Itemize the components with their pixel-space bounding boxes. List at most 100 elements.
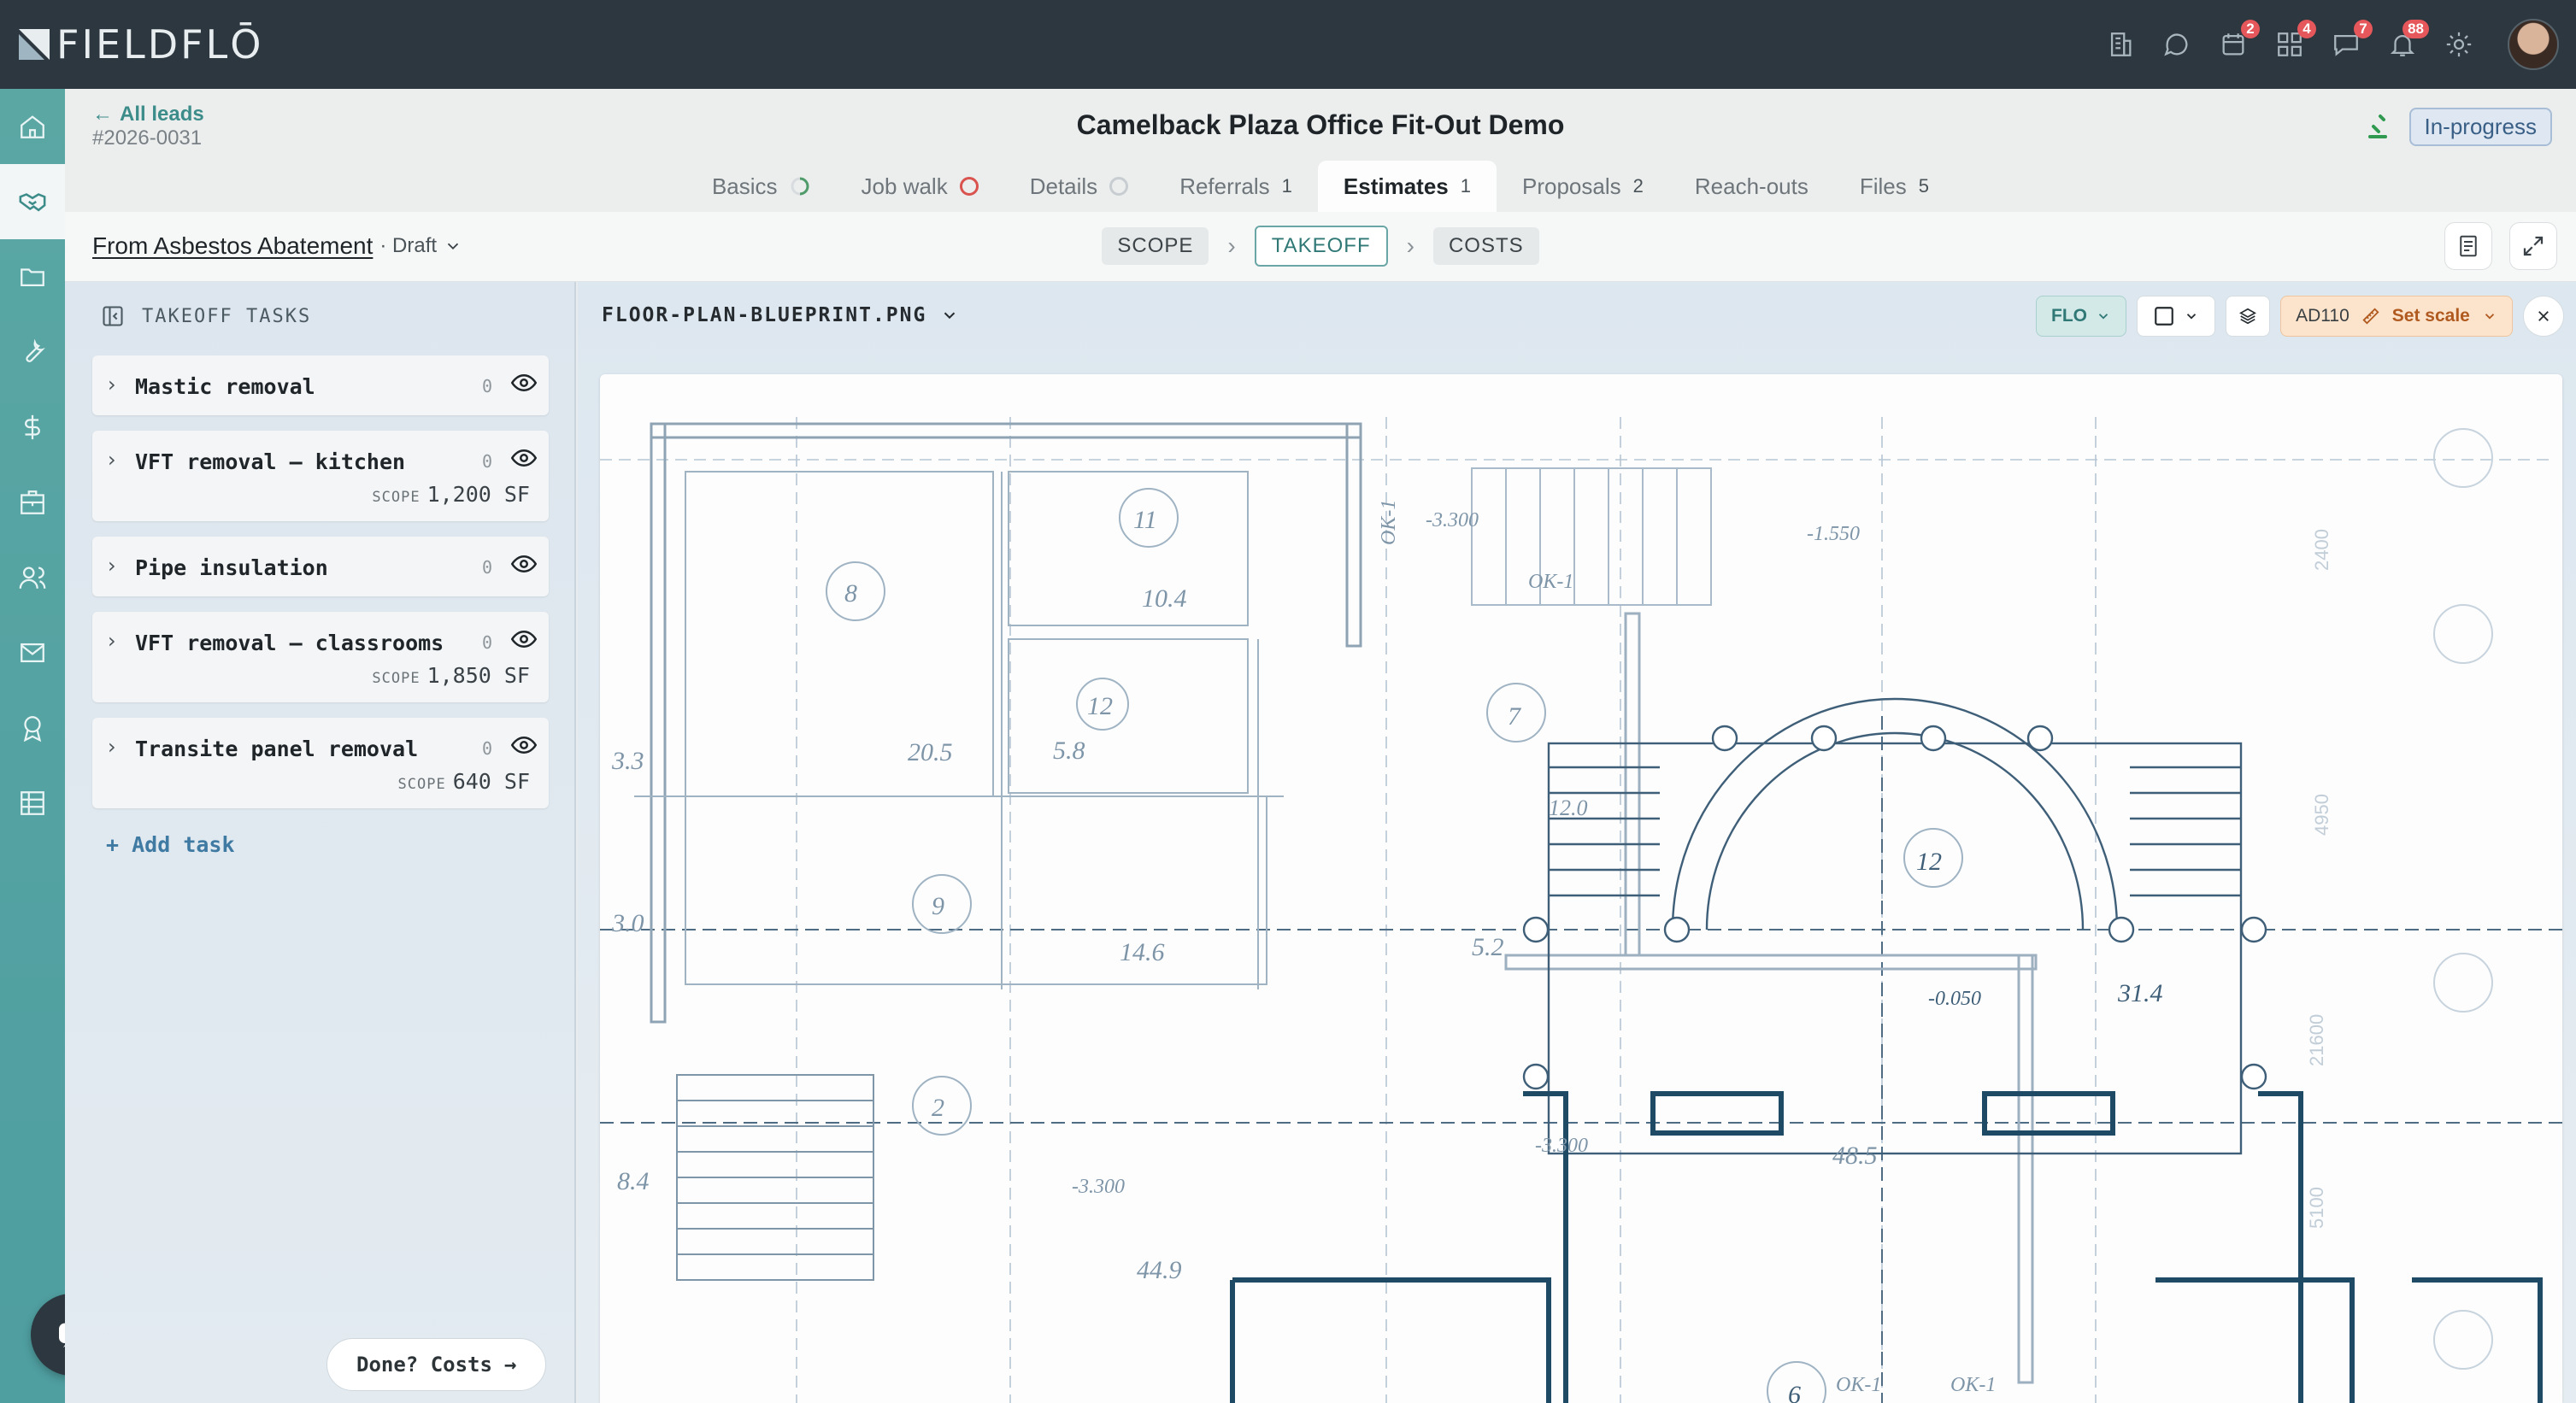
elevation-mark: -0.050 <box>1928 988 1981 1010</box>
apps-badge: 4 <box>2297 20 2316 38</box>
close-viewer-button[interactable] <box>2523 296 2564 337</box>
chevron-right-icon[interactable]: › <box>108 448 116 472</box>
scope-value: 1,200 SF <box>426 482 530 507</box>
set-scale-dropdown[interactable]: AD110 Set scale <box>2280 296 2513 337</box>
chevron-right-icon[interactable]: › <box>108 554 116 578</box>
chat-icon[interactable] <box>2161 28 2193 61</box>
tab-label: Proposals <box>1522 173 1621 199</box>
people-icon <box>19 566 46 589</box>
area-label: 5.8 <box>1053 737 1085 765</box>
task-item[interactable]: › Transite panel removal 0 SCOPE 640 SF <box>92 718 549 808</box>
done-button-label: Done? Costs <box>356 1353 492 1377</box>
tab-label: Reach-outs <box>1694 173 1808 199</box>
task-item[interactable]: › VFT removal — kitchen 0 SCOPE 1,200 SF <box>92 431 549 521</box>
nav-leads[interactable] <box>0 164 65 239</box>
status-badge[interactable]: In-progress <box>2408 108 2552 146</box>
door-tag: OK-1 <box>1950 1374 1996 1396</box>
door-tag: OK-1 <box>1528 571 1573 593</box>
tab-basics[interactable]: Basics <box>686 161 836 212</box>
eye-icon[interactable] <box>511 629 537 649</box>
tab-reach-outs[interactable]: Reach-outs <box>1669 161 1834 212</box>
export-button[interactable] <box>2444 222 2492 270</box>
expand-icon <box>2523 236 2544 256</box>
fullscreen-button[interactable] <box>2509 222 2557 270</box>
floor-plan-blueprint[interactable]: 8 11 12 9 2 7 12 6 10.4 20.5 5.8 14.6 5.… <box>600 374 2562 1403</box>
takeoff-panel: TAKEOFF TASKS › Mastic removal 0 › VFT r… <box>65 282 576 1403</box>
tab-files[interactable]: Files 5 <box>1834 161 1955 212</box>
arrow-right-icon: → <box>503 1353 517 1377</box>
messages-badge: 7 <box>2354 20 2373 38</box>
eye-icon[interactable] <box>511 448 537 468</box>
tab-proposals[interactable]: Proposals 2 <box>1497 161 1669 212</box>
step-costs[interactable]: COSTS <box>1432 227 1539 265</box>
scope-value: 1,850 SF <box>426 663 530 688</box>
blueprint-canvas[interactable]: 8 11 12 9 2 7 12 6 10.4 20.5 5.8 14.6 5.… <box>600 374 2562 1403</box>
task-scope: SCOPE 1,200 SF <box>372 482 530 507</box>
estimate-subheader: From Asbestos Abatement · Draft SCOPE › … <box>65 212 2576 282</box>
area-label: 5.2 <box>1472 933 1504 961</box>
eye-icon[interactable] <box>511 373 537 393</box>
area-label: 12.0 <box>1549 795 1588 820</box>
gear-icon[interactable] <box>2443 28 2475 61</box>
area-label: 48.5 <box>1832 1142 1878 1170</box>
tab-estimates[interactable]: Estimates 1 <box>1317 161 1497 212</box>
step-scope[interactable]: SCOPE <box>1102 227 1209 265</box>
task-count: 0 <box>481 376 492 396</box>
chevron-right-icon[interactable]: › <box>108 735 116 759</box>
user-avatar[interactable] <box>2508 19 2559 70</box>
area-label: 3.0 <box>611 909 644 937</box>
eye-icon[interactable] <box>511 735 537 755</box>
tab-job-walk[interactable]: Job walk <box>836 161 1004 212</box>
drawing-viewer: FLOOR-PLAN-BLUEPRINT.PNG FLO AD110 Set s… <box>578 282 2576 1403</box>
step-takeoff[interactable]: TAKEOFF <box>1254 226 1388 267</box>
nav-home[interactable] <box>0 89 65 164</box>
room-number: 6 <box>1788 1381 1801 1403</box>
file-selector[interactable]: FLOOR-PLAN-BLUEPRINT.PNG <box>602 304 959 326</box>
bell-icon[interactable]: 88 <box>2386 20 2429 61</box>
nav-finance[interactable] <box>0 390 65 465</box>
tab-details[interactable]: Details <box>1004 161 1154 212</box>
layers-button[interactable] <box>2226 296 2270 337</box>
plus-icon: + <box>106 832 120 857</box>
shape-tool-dropdown[interactable] <box>2137 296 2215 337</box>
progress-bars-icon[interactable] <box>2367 113 2391 142</box>
task-item[interactable]: › VFT removal — classrooms 0 SCOPE 1,850 … <box>92 612 549 702</box>
task-item[interactable]: › Mastic removal 0 <box>92 355 549 415</box>
home-icon <box>21 115 44 138</box>
task-item[interactable]: › Pipe insulation 0 <box>92 537 549 596</box>
add-task-button[interactable]: + Add task <box>106 832 235 857</box>
chevron-right-icon: › <box>1406 232 1414 259</box>
page-title: Camelback Plaza Office Fit-Out Demo <box>1076 109 1565 140</box>
company-icon[interactable] <box>2104 28 2137 61</box>
done-costs-button[interactable]: Done? Costs → <box>326 1338 547 1391</box>
chevron-right-icon[interactable]: › <box>108 373 116 396</box>
collapse-panel-icon[interactable] <box>101 304 125 328</box>
nav-mail[interactable] <box>0 615 65 690</box>
task-count: 0 <box>481 557 492 578</box>
folder-icon <box>21 268 44 287</box>
spinner-icon <box>791 177 809 196</box>
chevron-down-icon <box>2186 314 2197 320</box>
dimension-label: 2400 <box>2311 529 2332 571</box>
flo-dropdown[interactable]: FLO <box>2036 296 2126 337</box>
nav-people[interactable] <box>0 540 65 615</box>
app-logo[interactable]: FIELDFLŌ <box>17 0 263 89</box>
nav-companies[interactable] <box>0 465 65 540</box>
status-ring-icon <box>959 177 979 196</box>
eye-icon[interactable] <box>511 554 537 574</box>
chevron-right-icon[interactable]: › <box>108 629 116 653</box>
close-icon <box>2538 311 2549 321</box>
nav-projects[interactable] <box>0 239 65 314</box>
task-name: VFT removal — kitchen <box>135 449 406 474</box>
nav-certifications[interactable] <box>0 690 65 766</box>
tab-count: 5 <box>1918 175 1930 197</box>
nav-tables[interactable] <box>0 766 65 841</box>
nav-tools[interactable] <box>0 314 65 390</box>
calendar-icon[interactable]: 2 <box>2217 20 2260 61</box>
messages-icon[interactable]: 7 <box>2330 20 2373 61</box>
task-name: Transite panel removal <box>135 737 419 761</box>
rectangle-icon <box>2155 307 2173 326</box>
estimate-stepper: SCOPE › TAKEOFF › COSTS <box>65 226 2576 267</box>
apps-icon[interactable]: 4 <box>2273 20 2316 61</box>
tab-referrals[interactable]: Referrals 1 <box>1154 161 1318 212</box>
